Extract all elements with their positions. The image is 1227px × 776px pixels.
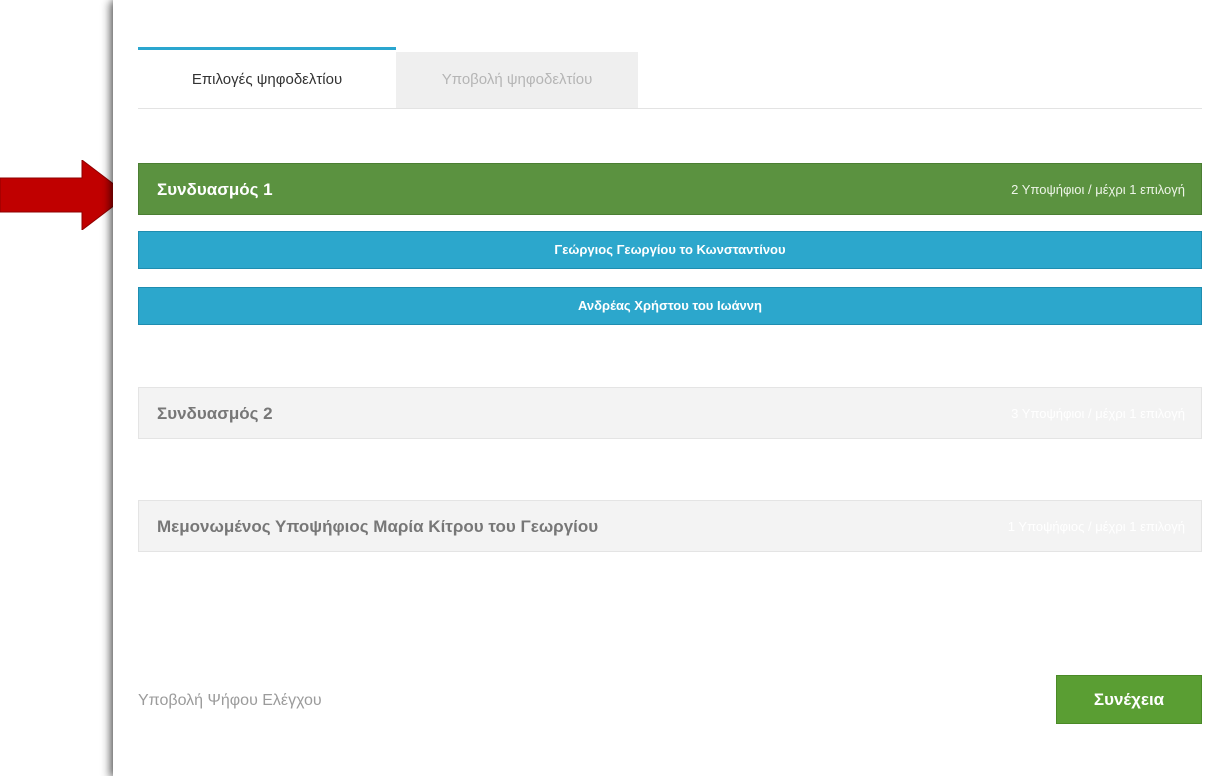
candidate-button[interactable]: Γεώργιος Γεωργίου το Κωνσταντίνου [138, 231, 1202, 269]
group-combination-1[interactable]: Συνδυασμός 1 2 Υποψήφιοι / μέχρι 1 επιλο… [138, 163, 1202, 215]
group-title: Μεμονωμένος Υποψήφιος Μαρία Κίτρου του Γ… [157, 517, 599, 536]
group-meta: 3 Υποψήφιοι / μέχρι 1 επιλογή [1011, 406, 1185, 421]
group-meta: 1 Υποψήφιος / μέχρι 1 επιλογή [1007, 519, 1185, 534]
group-independent-candidate[interactable]: Μεμονωμένος Υποψήφιος Μαρία Κίτρου του Γ… [138, 500, 1202, 552]
tab-ballot-options[interactable]: Επιλογές ψηφοδελτίου [138, 47, 396, 108]
ballot-tabs: Επιλογές ψηφοδελτίου Υποβολή ψηφοδελτίου [138, 47, 1202, 109]
group-combination-2[interactable]: Συνδυασμός 2 3 Υποψήφιοι / μέχρι 1 επιλο… [138, 387, 1202, 439]
group-title: Συνδυασμός 1 [157, 180, 273, 199]
tab-ballot-submit[interactable]: Υποβολή ψηφοδελτίου [396, 52, 638, 108]
ballot-panel: Επιλογές ψηφοδελτίου Υποβολή ψηφοδελτίου… [113, 0, 1227, 776]
group-meta: 2 Υποψήφιοι / μέχρι 1 επιλογή [1011, 182, 1185, 197]
continue-button[interactable]: Συνέχεια [1056, 675, 1202, 724]
candidate-button[interactable]: Ανδρέας Χρήστου του Ιωάννη [138, 287, 1202, 325]
screen: Επιλογές ψηφοδελτίου Υποβολή ψηφοδελτίου… [0, 0, 1227, 776]
submit-control-vote-link[interactable]: Υποβολή Ψήφου Ελέγχου [138, 692, 322, 710]
group-title: Συνδυασμός 2 [157, 404, 273, 423]
